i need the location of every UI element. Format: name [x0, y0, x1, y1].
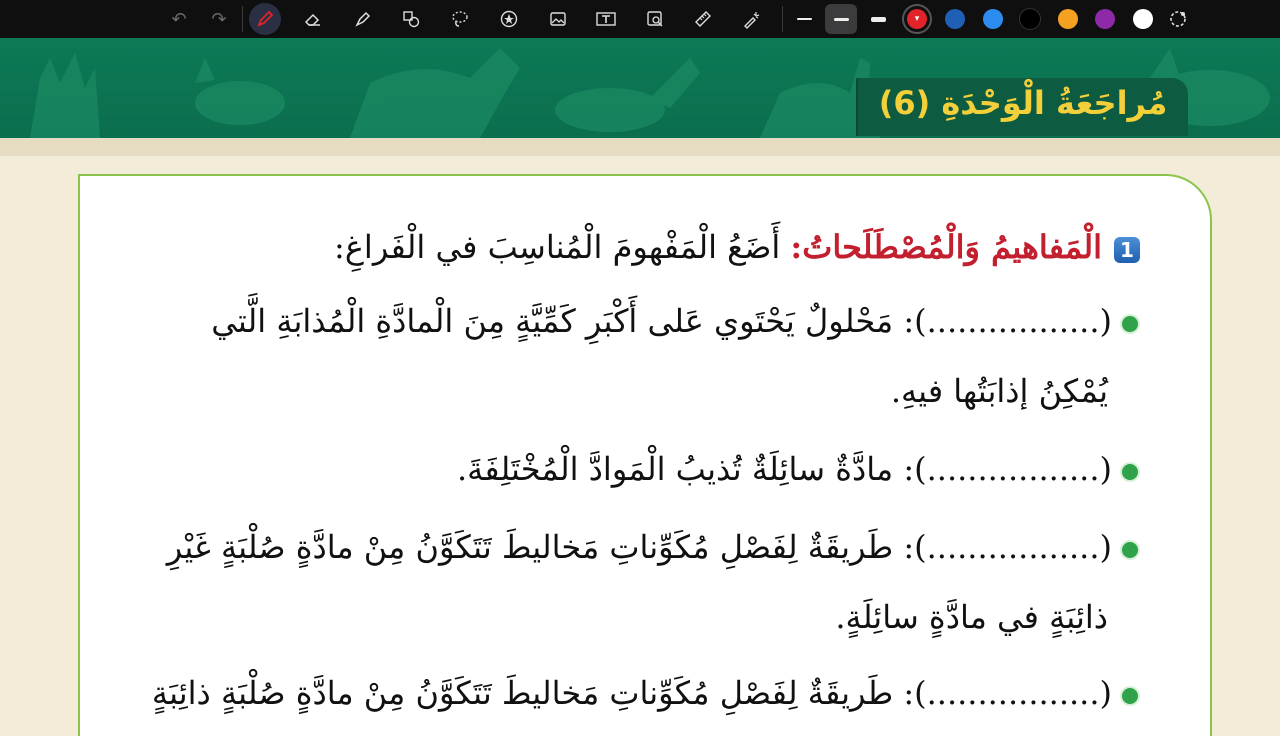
- annotation-toolbar: ↶ ↷ ▾: [0, 0, 1280, 38]
- list-item: (.................): طَريقَةٌ لِفَصْلِ م…: [167, 528, 1138, 566]
- laser-pointer-icon[interactable]: [737, 4, 767, 34]
- image-search-icon[interactable]: [640, 4, 670, 34]
- section-number-badge: 1: [1114, 236, 1140, 263]
- list-item: (.................): مَحْلولٌ يَحْتَوي ع…: [211, 302, 1138, 340]
- color-dark-blue-swatch[interactable]: [945, 9, 965, 29]
- bullet-icon: [1122, 541, 1138, 558]
- list-item: (.................): طَريقَةٌ لِفَصْلِ م…: [152, 674, 1138, 712]
- stroke-thick-option[interactable]: [862, 4, 894, 34]
- shapes-icon[interactable]: [396, 4, 426, 34]
- banner-shadow-band: [0, 138, 1280, 156]
- text-box-icon[interactable]: [591, 4, 621, 34]
- item-text: (.................): مَحْلولٌ يَحْتَوي ع…: [211, 302, 1112, 340]
- section-heading-instruction: أَضَعُ الْمَفْهومَ الْمُناسِبَ في الْفَر…: [334, 228, 791, 266]
- section-heading-title: الْمَفاهيمُ وَالْمُصْطَلَحاتُ:: [790, 228, 1102, 266]
- eraser-icon[interactable]: [298, 4, 328, 34]
- item-text: (.................): طَريقَةٌ لِفَصْلِ م…: [166, 528, 1112, 566]
- list-item-continuation: يُمْكِنُ إذابَتُها فيهِ.: [890, 372, 1108, 410]
- review-card: 1 الْمَفاهيمُ وَالْمُصْطَلَحاتُ: أَضَعُ ا…: [78, 174, 1212, 736]
- toolbar-divider: [782, 6, 783, 32]
- item-text: (.................): مادَّةٌ سائِلَةٌ تُ…: [456, 450, 1112, 488]
- chevron-down-icon: ▾: [914, 14, 920, 24]
- undo-icon[interactable]: ↶: [164, 4, 194, 34]
- list-item: (.................): مادَّةٌ سائِلَةٌ تُ…: [457, 450, 1138, 488]
- color-picker-icon[interactable]: [1163, 4, 1193, 34]
- toolbar-divider: [242, 6, 243, 32]
- sticker-icon[interactable]: [494, 4, 524, 34]
- color-blue-swatch[interactable]: [983, 9, 1003, 29]
- pen-icon[interactable]: [249, 3, 281, 35]
- list-item-continuation: ذائِبَةٍ في مادَّةٍ سائِلَةٍ.: [835, 598, 1108, 636]
- ruler-icon[interactable]: [688, 4, 718, 34]
- color-orange-swatch[interactable]: [1058, 9, 1078, 29]
- stroke-medium-option[interactable]: [825, 4, 857, 34]
- bullet-icon: [1122, 315, 1138, 332]
- color-red-swatch[interactable]: ▾: [907, 9, 927, 29]
- redo-icon[interactable]: ↷: [204, 4, 234, 34]
- stroke-thin-option[interactable]: [788, 4, 820, 34]
- image-icon[interactable]: [543, 4, 573, 34]
- bullet-icon: [1122, 463, 1138, 480]
- unit-title: مُراجَعَةُ الْوَحْدَةِ (6): [878, 84, 1168, 122]
- item-text: (.................): طَريقَةٌ لِفَصْلِ م…: [151, 674, 1112, 712]
- color-black-swatch[interactable]: [1020, 9, 1040, 29]
- lasso-icon[interactable]: [445, 4, 475, 34]
- color-purple-swatch[interactable]: [1095, 9, 1115, 29]
- section-heading: 1 الْمَفاهيمُ وَالْمُصْطَلَحاتُ: أَضَعُ ا…: [334, 228, 1140, 266]
- unit-title-box: مُراجَعَةُ الْوَحْدَةِ (6): [858, 78, 1188, 136]
- color-white-swatch[interactable]: [1133, 9, 1153, 29]
- highlighter-icon[interactable]: [348, 4, 378, 34]
- bullet-icon: [1122, 687, 1138, 704]
